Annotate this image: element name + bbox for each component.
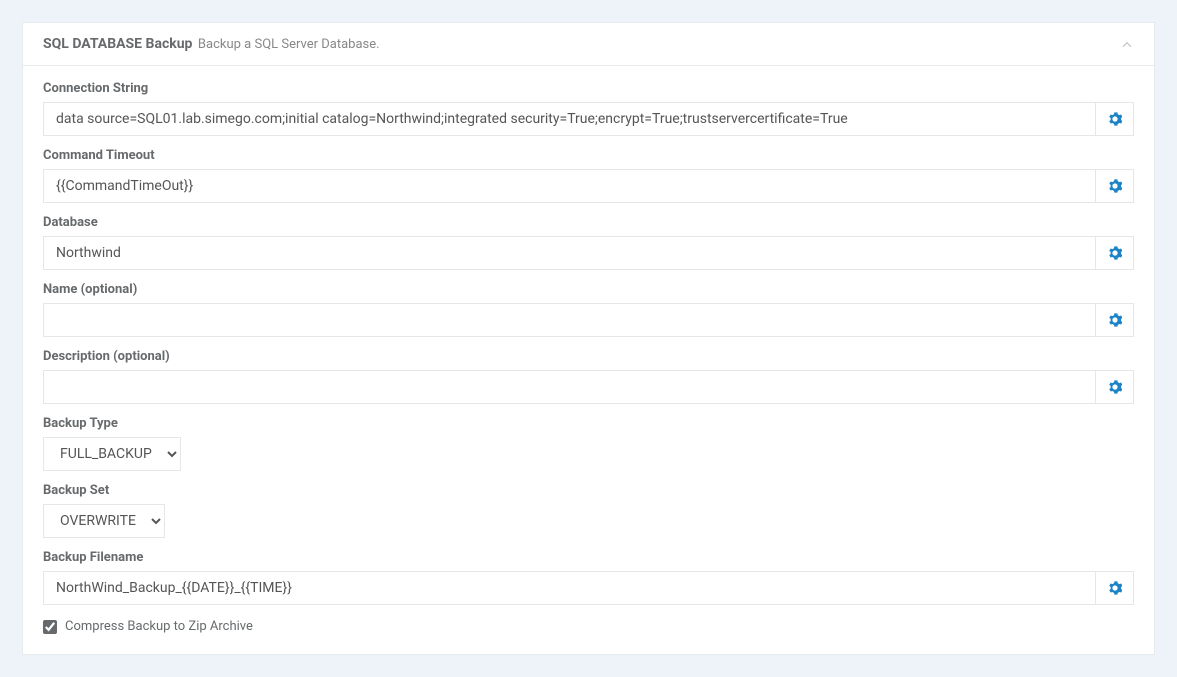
panel-title-wrap: SQL DATABASE Backup Backup a SQL Server … bbox=[43, 36, 380, 52]
panel-body: Connection String Command Timeout bbox=[23, 66, 1154, 654]
gear-icon bbox=[1108, 313, 1122, 327]
compress-checkbox[interactable] bbox=[43, 620, 57, 634]
compress-label: Compress Backup to Zip Archive bbox=[65, 619, 253, 634]
field-backup-set: Backup Set OVERWRITE bbox=[43, 483, 1134, 538]
database-label: Database bbox=[43, 215, 1134, 230]
backup-type-select[interactable]: FULL_BACKUP bbox=[43, 437, 181, 471]
panel-title: SQL DATABASE Backup bbox=[43, 36, 192, 52]
collapse-button[interactable] bbox=[1120, 37, 1134, 51]
field-command-timeout: Command Timeout bbox=[43, 148, 1134, 203]
gear-icon bbox=[1108, 179, 1122, 193]
description-label: Description (optional) bbox=[43, 349, 1134, 364]
panel-subtitle: Backup a SQL Server Database. bbox=[198, 37, 380, 52]
field-connection-string: Connection String bbox=[43, 81, 1134, 136]
backup-filename-label: Backup Filename bbox=[43, 550, 1134, 565]
gear-icon bbox=[1108, 581, 1122, 595]
backup-type-label: Backup Type bbox=[43, 416, 1134, 431]
connection-string-settings-button[interactable] bbox=[1096, 102, 1134, 136]
name-input[interactable] bbox=[43, 303, 1096, 337]
backup-filename-settings-button[interactable] bbox=[1096, 571, 1134, 605]
field-name: Name (optional) bbox=[43, 282, 1134, 337]
field-description: Description (optional) bbox=[43, 349, 1134, 404]
field-compress: Compress Backup to Zip Archive bbox=[43, 619, 1134, 634]
chevron-up-icon bbox=[1120, 37, 1134, 51]
database-input[interactable] bbox=[43, 236, 1096, 270]
command-timeout-settings-button[interactable] bbox=[1096, 169, 1134, 203]
command-timeout-label: Command Timeout bbox=[43, 148, 1134, 163]
database-settings-button[interactable] bbox=[1096, 236, 1134, 270]
gear-icon bbox=[1108, 112, 1122, 126]
field-backup-type: Backup Type FULL_BACKUP bbox=[43, 416, 1134, 471]
field-database: Database bbox=[43, 215, 1134, 270]
backup-set-select[interactable]: OVERWRITE bbox=[43, 504, 165, 538]
description-settings-button[interactable] bbox=[1096, 370, 1134, 404]
panel-header: SQL DATABASE Backup Backup a SQL Server … bbox=[23, 23, 1154, 66]
name-settings-button[interactable] bbox=[1096, 303, 1134, 337]
connection-string-input[interactable] bbox=[43, 102, 1096, 136]
name-label: Name (optional) bbox=[43, 282, 1134, 297]
field-backup-filename: Backup Filename bbox=[43, 550, 1134, 605]
description-input[interactable] bbox=[43, 370, 1096, 404]
backup-filename-input[interactable] bbox=[43, 571, 1096, 605]
gear-icon bbox=[1108, 380, 1122, 394]
command-timeout-input[interactable] bbox=[43, 169, 1096, 203]
gear-icon bbox=[1108, 246, 1122, 260]
connection-string-label: Connection String bbox=[43, 81, 1134, 96]
backup-set-label: Backup Set bbox=[43, 483, 1134, 498]
sql-backup-panel: SQL DATABASE Backup Backup a SQL Server … bbox=[22, 22, 1155, 655]
